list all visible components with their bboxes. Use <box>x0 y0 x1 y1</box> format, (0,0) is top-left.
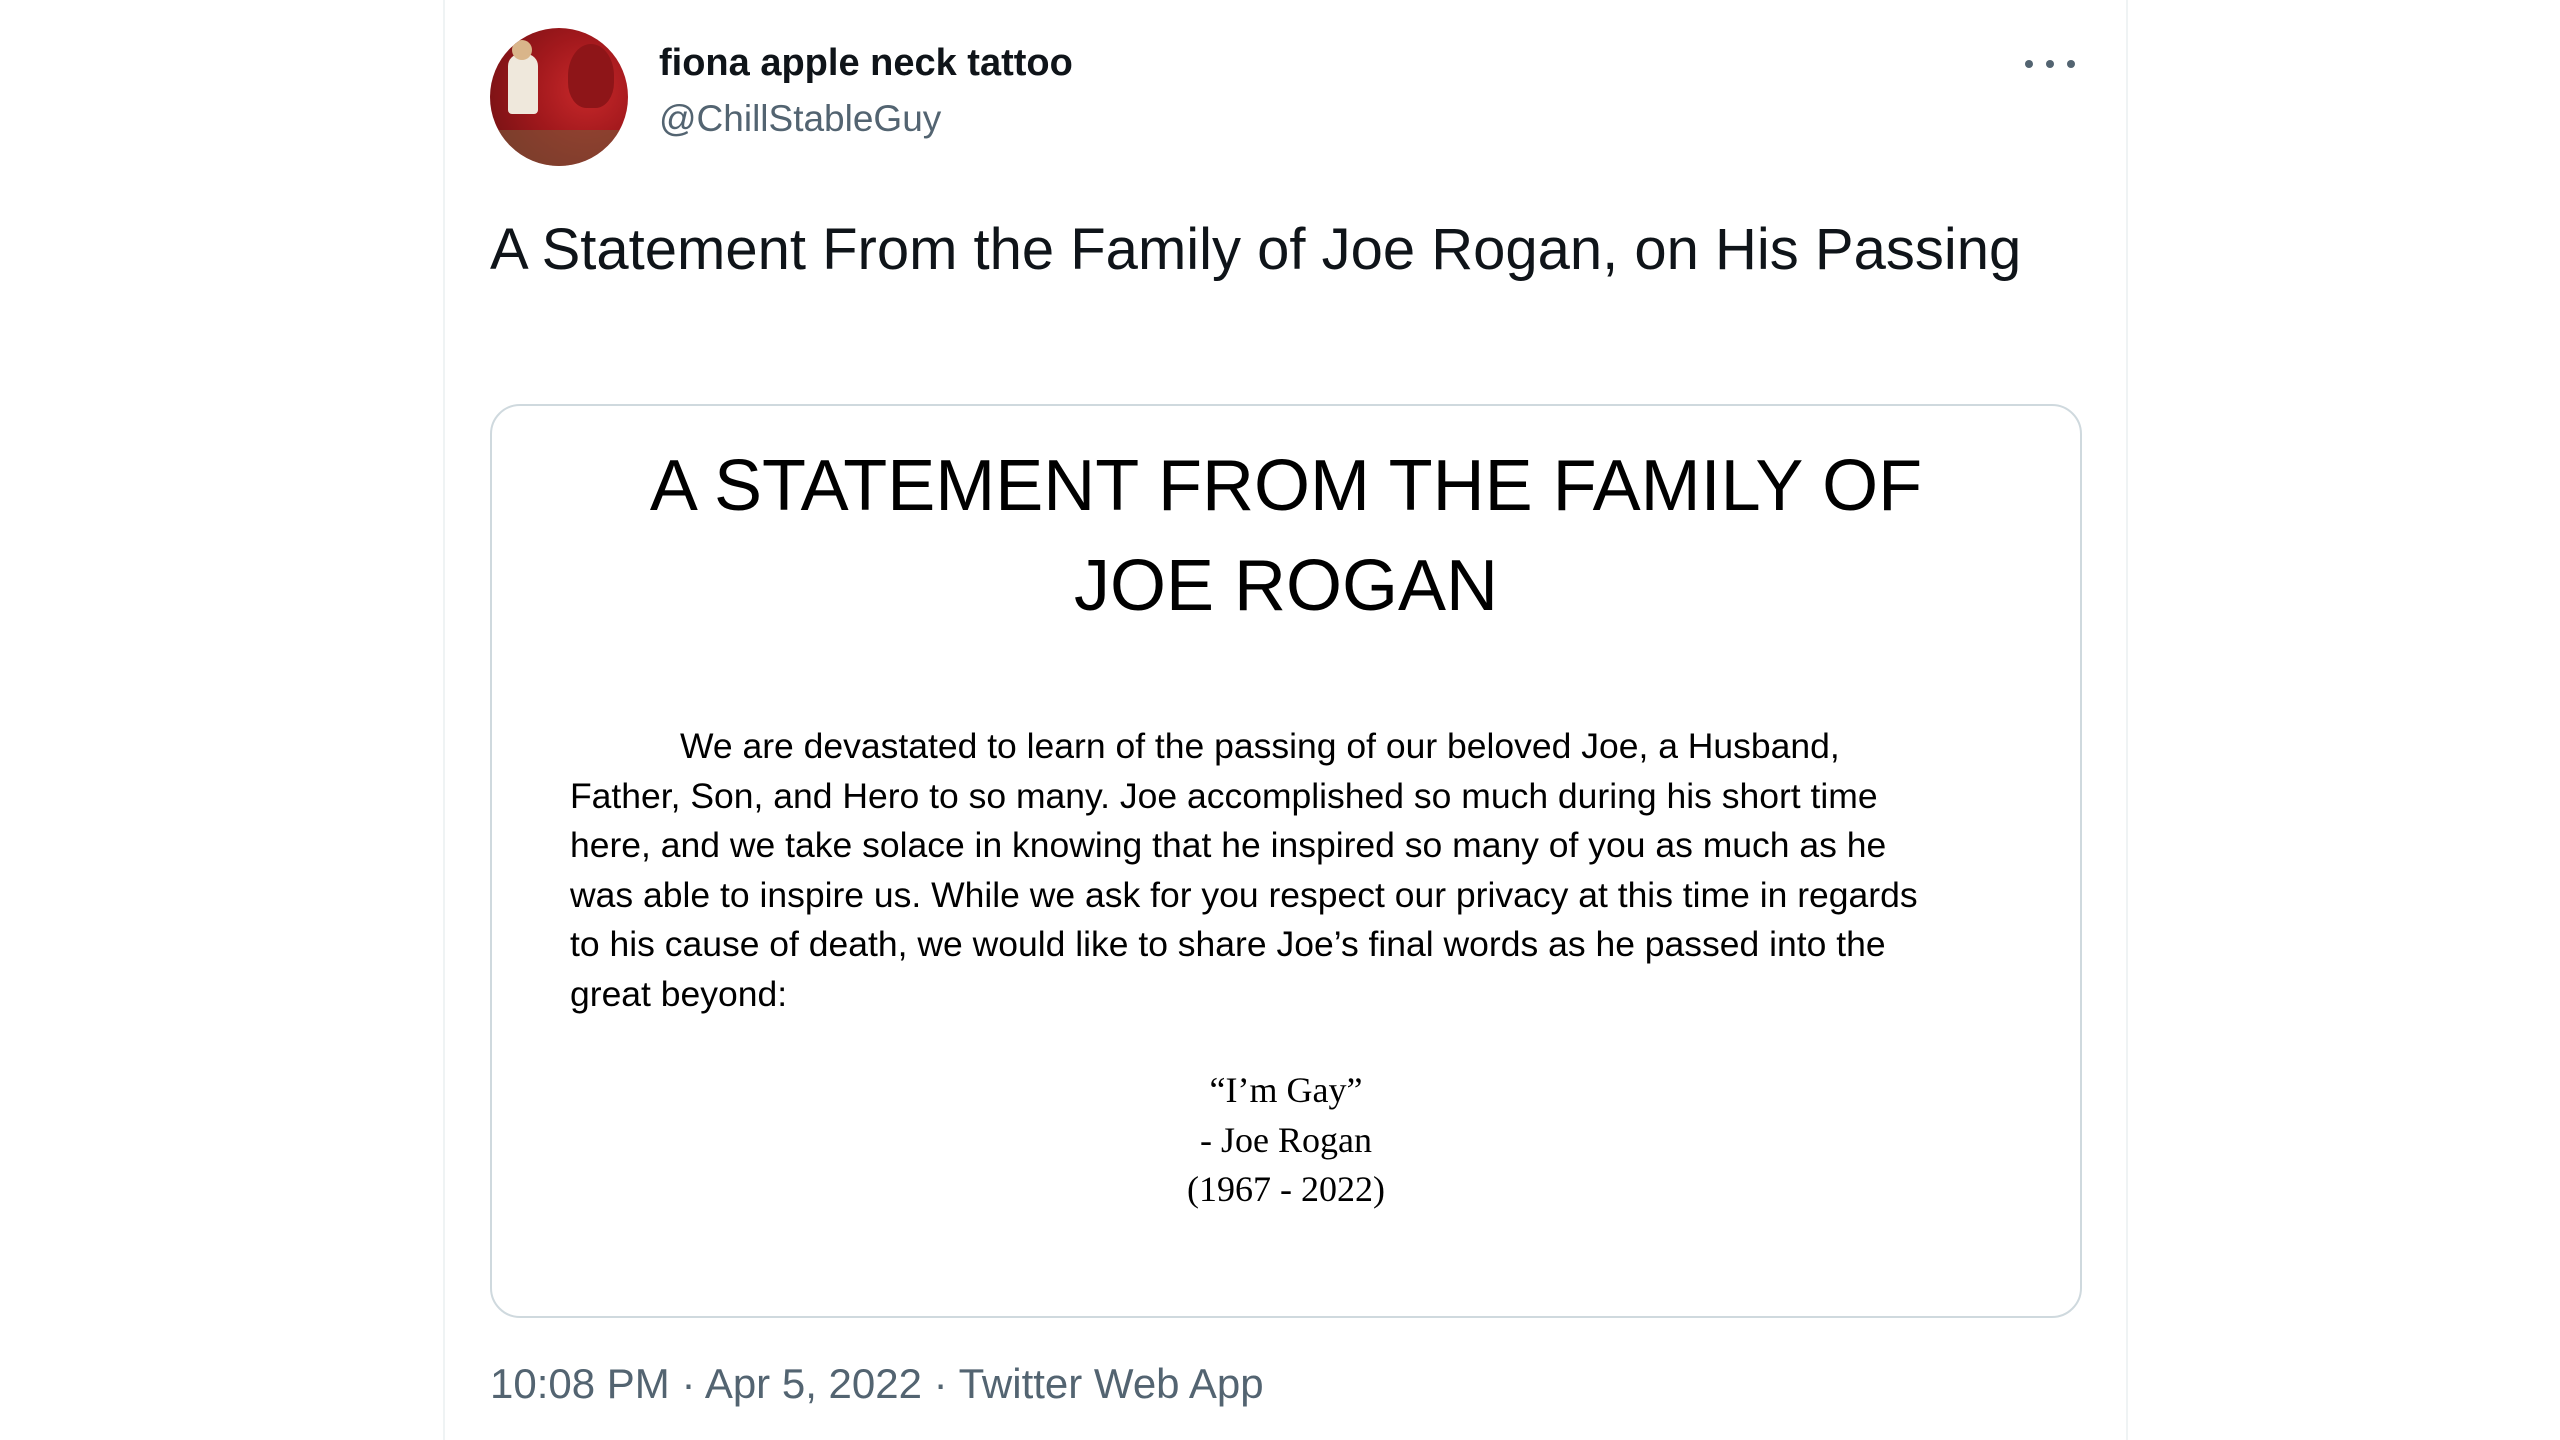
meta-separator: · <box>933 1360 948 1407</box>
statement-body-line: We are devastated to learn of the passin… <box>680 726 1840 766</box>
statement-title: A STATEMENT FROM THE FAMILY OF JOE ROGAN <box>492 436 2080 636</box>
statement-title-line: JOE ROGAN <box>1073 546 1499 626</box>
avatar-figure-head <box>512 40 532 60</box>
avatar-dog-ear <box>568 44 614 108</box>
statement-body-line: here, and we take solace in knowing that… <box>570 825 1887 865</box>
more-dot-icon <box>2025 60 2033 68</box>
more-options-button[interactable] <box>2025 44 2075 84</box>
quote-attribution: - Joe Rogan <box>1200 1119 1372 1160</box>
statement-body-line: to his cause of death, we would like to … <box>570 924 1886 964</box>
tweet-text: A Statement From the Family of Joe Rogan… <box>490 217 2022 282</box>
statement-body: We are devastated to learn of the passin… <box>570 722 2020 1019</box>
statement-body-line: Father, Son, and Hero to so many. Joe ac… <box>570 775 1878 816</box>
statement-body-line: great beyond: <box>570 973 788 1014</box>
avatar-ground <box>490 130 628 166</box>
tweet-container: fiona apple neck tattoo @ChillStableGuy … <box>443 0 2128 1440</box>
more-dot-icon <box>2046 60 2054 68</box>
quote-text: “I’m Gay” <box>1209 1070 1363 1110</box>
tweet-source-app[interactable]: Twitter Web App <box>959 1360 1264 1407</box>
display-name[interactable]: fiona apple neck tattoo <box>659 42 1073 85</box>
statement-body-line: was able to inspire us. While we ask for… <box>570 874 1918 915</box>
more-dot-icon <box>2067 60 2075 68</box>
avatar-figure <box>508 54 538 114</box>
final-words-quote: “I’m Gay” - Joe Rogan (1967 - 2022) <box>492 1066 2080 1215</box>
tweet-time[interactable]: 10:08 PM <box>490 1360 670 1407</box>
tweet-image[interactable]: A STATEMENT FROM THE FAMILY OF JOE ROGAN… <box>490 404 2082 1318</box>
meta-separator: · <box>681 1360 696 1407</box>
tweet-date[interactable]: Apr 5, 2022 <box>705 1360 922 1407</box>
statement-title-line: A STATEMENT FROM THE FAMILY OF <box>649 446 1923 526</box>
quote-years: (1967 - 2022) <box>1187 1169 1385 1209</box>
tweet-metadata: 10:08 PM · Apr 5, 2022 · Twitter Web App <box>490 1360 1264 1408</box>
avatar[interactable] <box>490 28 628 166</box>
user-handle[interactable]: @ChillStableGuy <box>659 98 941 140</box>
